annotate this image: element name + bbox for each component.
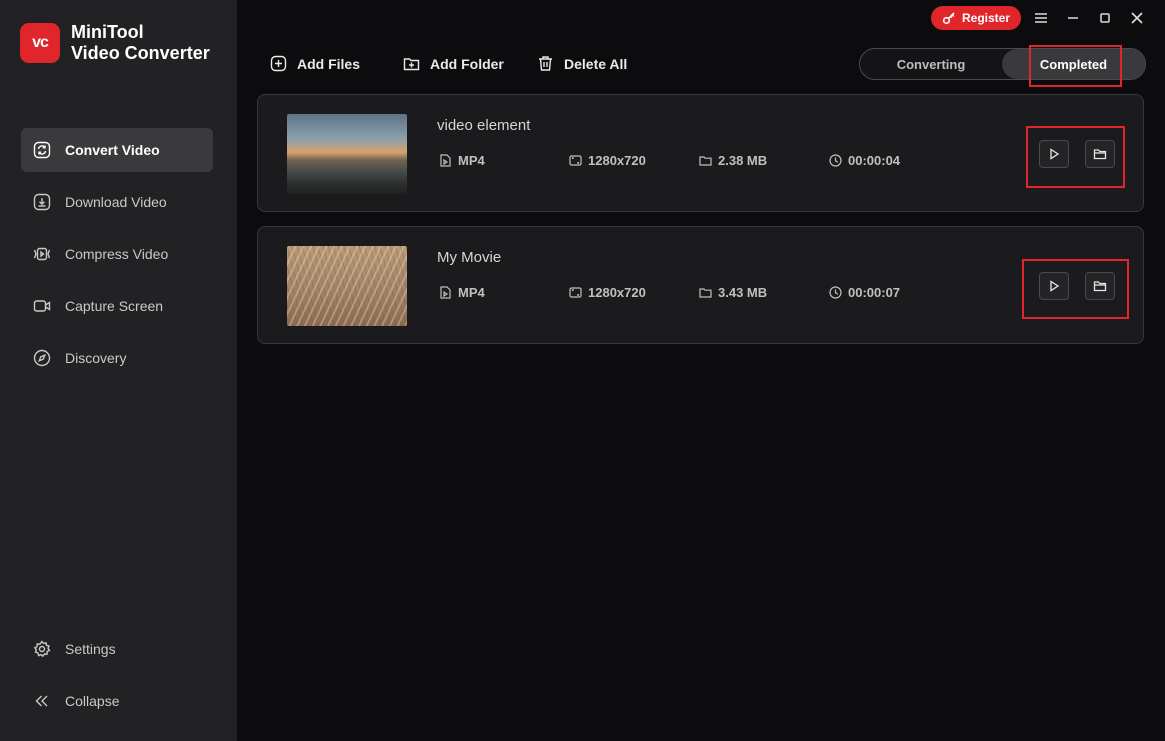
app-logo: vc MiniTool Video Converter <box>20 22 210 64</box>
compress-icon <box>33 247 51 261</box>
trash-icon <box>539 56 552 71</box>
sidebar-item-label: Convert Video <box>65 142 160 158</box>
tab-converting[interactable]: Converting <box>860 49 1002 79</box>
file-format-icon <box>440 286 451 299</box>
file-duration: 00:00:07 <box>829 285 900 300</box>
add-files-button[interactable]: Add Files <box>270 55 360 72</box>
maximize-icon <box>1100 13 1110 23</box>
add-folder-icon <box>403 58 420 71</box>
register-button[interactable]: Register <box>931 6 1021 30</box>
sidebar-item-capture-screen[interactable]: Capture Screen <box>21 284 213 328</box>
tab-completed[interactable]: Completed <box>1002 49 1145 79</box>
file-format-value: MP4 <box>458 285 485 300</box>
file-size-value: 3.43 MB <box>718 285 768 300</box>
app-name-line2: Video Converter <box>71 43 210 63</box>
file-duration-value: 00:00:07 <box>848 285 901 300</box>
file-format: MP4 <box>439 153 485 168</box>
play-icon <box>1050 148 1060 160</box>
minimize-button[interactable] <box>1063 8 1083 28</box>
sidebar-item-compress-video[interactable]: Compress Video <box>21 232 213 276</box>
file-resolution-value: 1280x720 <box>588 285 646 300</box>
app-name-line1: MiniTool <box>71 22 144 42</box>
add-folder-button[interactable]: Add Folder <box>403 55 504 72</box>
menu-button[interactable] <box>1031 8 1051 28</box>
sidebar: vc MiniTool Video Converter Convert Vide… <box>0 0 237 741</box>
file-duration: 00:00:04 <box>829 153 900 168</box>
file-title: My Movie <box>437 249 502 266</box>
file-resolution: 1280x720 <box>569 285 646 300</box>
play-icon <box>1050 280 1060 292</box>
sidebar-item-label: Compress Video <box>65 246 169 262</box>
file-resolution: 1280x720 <box>569 153 646 168</box>
sidebar-nav: Convert Video Download Video Compress Vi… <box>21 128 213 388</box>
file-resolution-value: 1280x720 <box>588 153 646 168</box>
add-folder-label: Add Folder <box>430 55 504 72</box>
clock-icon <box>829 154 842 167</box>
camera-icon <box>33 300 51 312</box>
close-button[interactable] <box>1127 8 1147 28</box>
sidebar-item-label: Capture Screen <box>65 298 164 314</box>
resolution-icon <box>569 287 582 298</box>
convert-icon <box>33 141 51 159</box>
app-name: MiniTool Video Converter <box>71 22 210 64</box>
sidebar-item-label: Settings <box>65 641 116 657</box>
logo-badge: vc <box>20 23 60 63</box>
file-duration-value: 00:00:04 <box>848 153 901 168</box>
sidebar-item-convert-video[interactable]: Convert Video <box>21 128 213 172</box>
download-icon <box>33 193 51 211</box>
hamburger-icon <box>1035 13 1047 23</box>
register-label: Register <box>961 11 1011 25</box>
video-thumbnail <box>287 246 407 326</box>
sidebar-item-label: Download Video <box>65 194 167 210</box>
delete-all-label: Delete All <box>564 55 628 72</box>
file-size: 3.43 MB <box>699 285 767 300</box>
folder-icon <box>1093 281 1107 292</box>
sidebar-item-settings[interactable]: Settings <box>21 627 213 671</box>
video-thumbnail <box>287 114 407 194</box>
open-folder-button[interactable] <box>1085 272 1115 300</box>
delete-all-button[interactable]: Delete All <box>537 55 627 72</box>
file-title: video element <box>437 117 531 134</box>
close-icon <box>1131 12 1143 24</box>
gear-icon <box>33 640 51 658</box>
sidebar-item-label: Collapse <box>65 693 120 709</box>
folder-icon <box>699 156 712 166</box>
compass-icon <box>33 349 51 367</box>
minimize-icon <box>1068 17 1078 19</box>
status-tabs: Converting Completed <box>859 48 1146 80</box>
play-button[interactable] <box>1039 272 1069 300</box>
file-size: 2.38 MB <box>699 153 767 168</box>
clock-icon <box>829 286 842 299</box>
sidebar-item-collapse[interactable]: Collapse <box>21 679 213 723</box>
add-file-icon <box>270 55 287 72</box>
sidebar-item-label: Discovery <box>65 350 127 366</box>
sidebar-item-discovery[interactable]: Discovery <box>21 336 213 380</box>
file-format-icon <box>440 154 451 167</box>
file-size-value: 2.38 MB <box>718 153 768 168</box>
maximize-button[interactable] <box>1095 8 1115 28</box>
key-icon <box>942 12 955 25</box>
resolution-icon <box>569 155 582 166</box>
open-folder-button[interactable] <box>1085 140 1115 168</box>
file-card: video element MP4 1280x720 2.38 MB 00:00… <box>257 94 1144 212</box>
sidebar-item-download-video[interactable]: Download Video <box>21 180 213 224</box>
folder-icon <box>699 288 712 298</box>
add-files-label: Add Files <box>297 55 361 72</box>
file-format-value: MP4 <box>458 153 485 168</box>
folder-icon <box>1093 149 1107 160</box>
file-format: MP4 <box>439 285 485 300</box>
file-card: My Movie MP4 1280x720 3.43 MB 00:00:07 <box>257 226 1144 344</box>
double-chevron-left-icon <box>35 695 48 707</box>
sidebar-bottom: Settings Collapse <box>21 627 213 731</box>
play-button[interactable] <box>1039 140 1069 168</box>
